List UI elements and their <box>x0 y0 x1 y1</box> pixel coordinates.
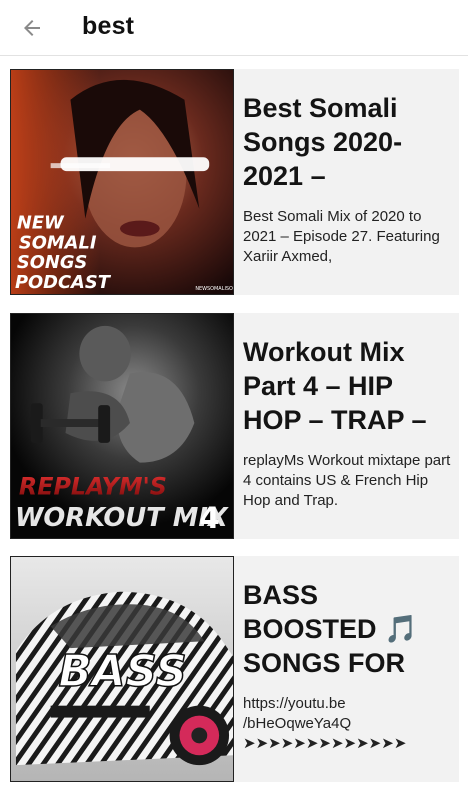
item-title: Workout Mix Part 4 – HIP HOP – TRAP – <box>243 337 427 435</box>
back-button[interactable] <box>14 12 50 44</box>
app-bar: best <box>0 0 468 56</box>
list-item[interactable]: BASS BASS BOOSTED 🎵 SONGS FOR https://yo… <box>10 556 459 782</box>
svg-text:BASS: BASS <box>59 647 187 697</box>
item-title: BASS BOOSTED 🎵 SONGS FOR <box>243 580 418 678</box>
svg-text:REPLAYM'S: REPLAYM'S <box>19 472 167 500</box>
item-description: https://youtu.be /bHeOqweYa4Q ➤➤➤➤➤➤➤➤➤➤… <box>243 695 407 752</box>
svg-text:WORKOUT MIX: WORKOUT MIX <box>15 503 229 533</box>
svg-text:NEWSOMALISONGS.COM: NEWSOMALISONGS.COM <box>195 286 233 292</box>
svg-text:4: 4 <box>199 501 220 536</box>
svg-text:PODCAST: PODCAST <box>15 272 112 293</box>
thumbnail-image: REPLAYM'S WORKOUT MIX 4 <box>10 313 234 539</box>
thumbnail-image: BASS <box>10 556 234 782</box>
thumbnail-image: NEW SOMALI SONGS PODCAST NEWSOMALISONGS.… <box>10 69 234 295</box>
item-description: Best Somali Mix of 2020 to 2021 – Episod… <box>243 208 440 265</box>
arrow-left-icon <box>24 20 40 36</box>
item-description: replayMs Workout mixtape part 4 contains… <box>243 452 451 509</box>
svg-text:NEW: NEW <box>17 213 65 234</box>
item-title: Best Somali Songs 2020-2021 – <box>243 93 403 191</box>
page-title: best <box>82 12 135 40</box>
svg-text:SONGS: SONGS <box>17 252 87 273</box>
list-item[interactable]: NEW SOMALI SONGS PODCAST NEWSOMALISONGS.… <box>10 69 459 295</box>
svg-text:SOMALI: SOMALI <box>19 232 97 253</box>
list-item[interactable]: REPLAYM'S WORKOUT MIX 4 Workout Mix Part… <box>10 313 459 539</box>
